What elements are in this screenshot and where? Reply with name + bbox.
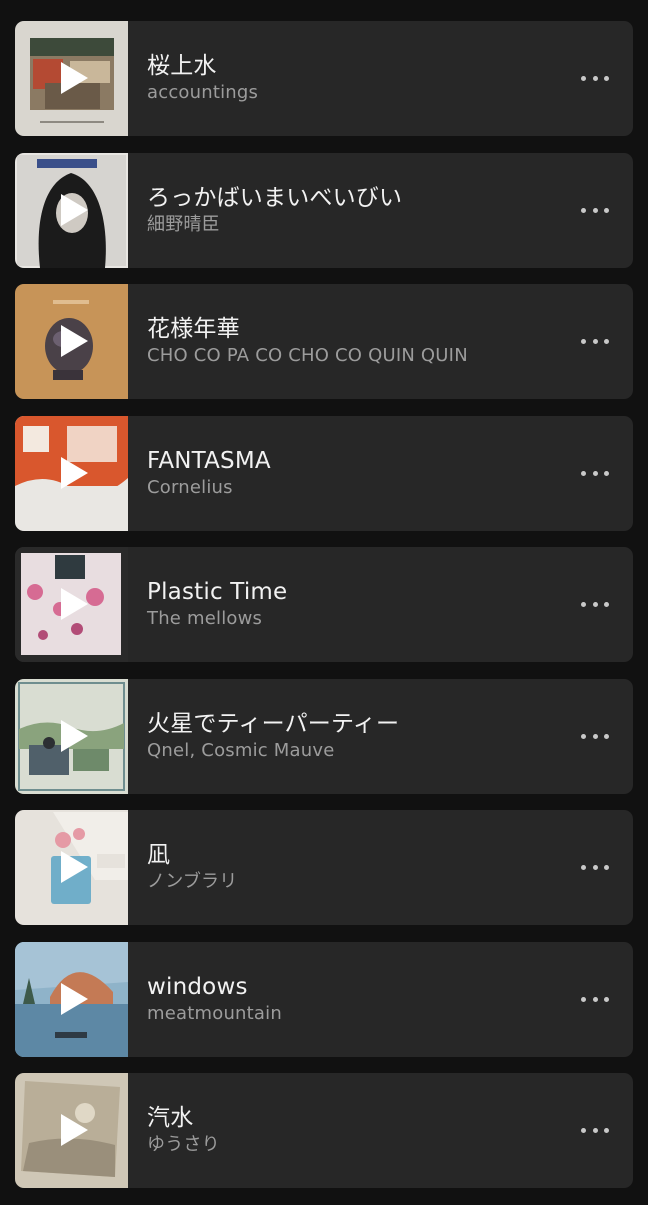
- album-art[interactable]: [15, 152, 128, 268]
- album-art[interactable]: [15, 678, 128, 794]
- track-title: ろっかばいまいべいびい: [147, 184, 403, 211]
- dot: [581, 76, 586, 81]
- track-info: 火星でティーパーティー Qnel, Cosmic Mauve: [147, 710, 633, 763]
- dot: [604, 339, 609, 344]
- album-art[interactable]: [15, 284, 128, 399]
- more-options-icon[interactable]: [581, 338, 609, 346]
- dot: [592, 733, 598, 739]
- track-info: 花様年華 CHO CO PA CO CHO CO QUIN QUIN: [147, 315, 633, 368]
- track-card[interactable]: ろっかばいまいべいびい 細野晴臣: [15, 152, 633, 268]
- track-title: windows: [147, 973, 248, 1000]
- dot: [604, 602, 609, 607]
- track-artist: meatmountain: [147, 1002, 282, 1024]
- dot: [581, 996, 586, 1002]
- dot: [581, 1128, 586, 1133]
- play-icon[interactable]: [59, 850, 89, 884]
- track-info: 桜上水 accountings: [147, 52, 633, 105]
- track-card[interactable]: 火星でティーパーティー Qnel, Cosmic Mauve: [15, 678, 633, 794]
- track-card[interactable]: 汽水 ゆうさり: [15, 1073, 633, 1188]
- more-options-icon[interactable]: [581, 601, 609, 609]
- play-icon[interactable]: [59, 1113, 89, 1147]
- dot: [592, 996, 598, 1002]
- dot: [581, 733, 586, 739]
- dot: [592, 1128, 598, 1133]
- track-info: windows meatmountain: [147, 973, 633, 1026]
- dot: [604, 470, 609, 476]
- dot: [604, 996, 609, 1002]
- play-icon[interactable]: [59, 61, 89, 95]
- track-card[interactable]: 凪 ノンブラリ: [15, 810, 633, 925]
- track-artist: ノンブラリ: [147, 871, 238, 892]
- dot: [592, 865, 598, 870]
- album-art[interactable]: [15, 941, 128, 1057]
- dot: [604, 1128, 609, 1133]
- dot: [604, 207, 609, 213]
- dot: [581, 865, 586, 870]
- play-icon[interactable]: [59, 719, 89, 753]
- track-artist: Cornelius: [147, 476, 233, 498]
- play-icon[interactable]: [59, 193, 89, 227]
- play-icon[interactable]: [59, 324, 89, 358]
- track-title: 花様年華: [147, 316, 240, 342]
- track-artist: 細野晴臣: [147, 213, 220, 235]
- dot: [592, 602, 598, 607]
- dot: [604, 733, 609, 739]
- more-options-icon[interactable]: [581, 75, 609, 83]
- track-title: Plastic Time: [147, 579, 288, 605]
- dot: [581, 602, 586, 607]
- track-card[interactable]: Plastic Time The mellows: [15, 547, 633, 662]
- dot: [592, 207, 598, 213]
- more-options-icon[interactable]: [581, 469, 609, 477]
- track-title: 汽水: [147, 1105, 194, 1131]
- track-info: 凪 ノンブラリ: [147, 841, 633, 894]
- dot: [581, 339, 586, 344]
- track-title: FANTASMA: [147, 447, 271, 474]
- dot: [592, 76, 598, 81]
- track-artist: The mellows: [147, 608, 263, 629]
- track-title: 桜上水: [147, 53, 217, 79]
- album-art[interactable]: [15, 810, 128, 925]
- album-art[interactable]: [15, 1073, 128, 1188]
- album-art[interactable]: [15, 415, 128, 531]
- more-options-icon[interactable]: [581, 864, 609, 872]
- dot: [604, 76, 609, 81]
- track-artist: accountings: [147, 82, 259, 103]
- more-options-icon[interactable]: [581, 1127, 609, 1135]
- dot: [592, 470, 598, 476]
- play-icon[interactable]: [59, 456, 89, 490]
- track-title: 凪: [147, 842, 171, 868]
- dot: [581, 470, 586, 476]
- more-options-icon[interactable]: [581, 732, 609, 740]
- track-info: ろっかばいまいべいびい 細野晴臣: [147, 184, 633, 237]
- more-options-icon[interactable]: [581, 995, 609, 1003]
- track-card[interactable]: 桜上水 accountings: [15, 21, 633, 136]
- dot: [604, 865, 609, 870]
- track-artist: Qnel, Cosmic Mauve: [147, 739, 335, 761]
- track-info: FANTASMA Cornelius: [147, 447, 633, 500]
- track-info: Plastic Time The mellows: [147, 578, 633, 631]
- track-card[interactable]: windows meatmountain: [15, 941, 633, 1057]
- dot: [592, 339, 598, 344]
- dot: [581, 207, 586, 213]
- more-options-icon[interactable]: [581, 206, 609, 214]
- album-art[interactable]: [15, 21, 128, 136]
- track-artist: ゆうさり: [147, 1134, 220, 1155]
- play-icon[interactable]: [59, 587, 89, 621]
- track-card[interactable]: FANTASMA Cornelius: [15, 415, 633, 531]
- track-list: 桜上水 accountings ろっかばいまいべいびい 細野晴臣 花様年華 CH…: [15, 21, 633, 1205]
- track-artist: CHO CO PA CO CHO CO QUIN QUIN: [147, 345, 468, 366]
- track-info: 汽水 ゆうさり: [147, 1104, 633, 1157]
- album-art[interactable]: [15, 547, 128, 662]
- track-title: 火星でティーパーティー: [147, 710, 400, 737]
- play-icon[interactable]: [59, 982, 89, 1016]
- track-card[interactable]: 花様年華 CHO CO PA CO CHO CO QUIN QUIN: [15, 284, 633, 399]
